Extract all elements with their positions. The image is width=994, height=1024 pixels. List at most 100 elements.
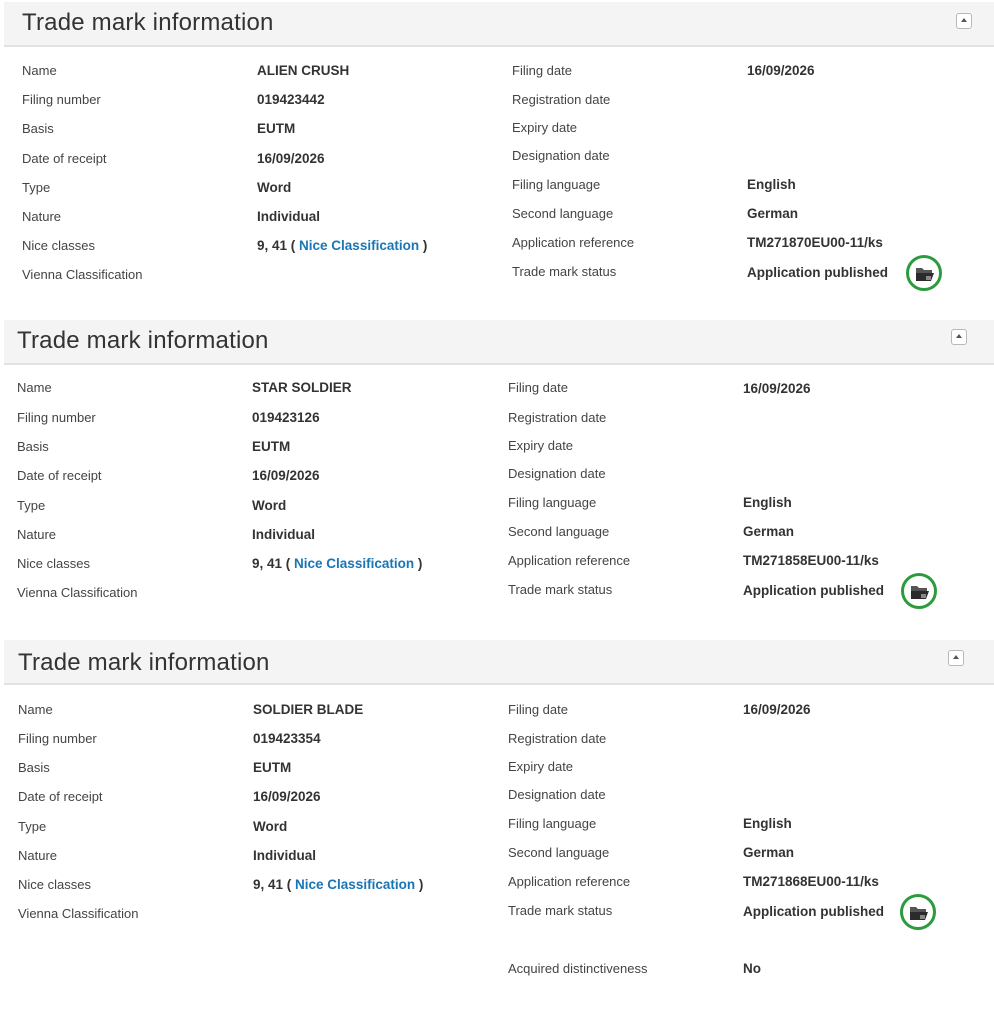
value-name: ALIEN CRUSH bbox=[257, 63, 350, 78]
value-filing-date: 16/09/2026 bbox=[743, 381, 811, 396]
label-trade-mark-status: Trade mark status bbox=[508, 903, 613, 918]
value-filing-language: English bbox=[743, 816, 792, 831]
label-nice-classes: Nice classes bbox=[18, 877, 91, 892]
chevron-up-icon bbox=[953, 655, 959, 659]
open-folder-icon[interactable] bbox=[901, 573, 937, 609]
label-designation-date: Designation date bbox=[508, 787, 606, 802]
value-trade-mark-status: Application published bbox=[747, 265, 888, 280]
label-filing-language: Filing language bbox=[508, 816, 597, 831]
nice-open-paren: ( bbox=[282, 556, 295, 571]
value-name: STAR SOLDIER bbox=[252, 380, 352, 395]
label-vienna-classification: Vienna Classification bbox=[17, 585, 138, 600]
label-nice-classes: Nice classes bbox=[22, 238, 95, 253]
panel-title: Trade mark information bbox=[17, 327, 269, 354]
value-date-of-receipt: 16/09/2026 bbox=[252, 468, 320, 483]
value-application-reference: TM271870EU00-11/ks bbox=[747, 235, 883, 250]
panel-header: Trade mark information bbox=[4, 320, 994, 365]
label-expiry-date: Expiry date bbox=[508, 759, 574, 774]
label-nature: Nature bbox=[22, 209, 62, 224]
value-filing-number: 019423442 bbox=[257, 92, 325, 107]
nice-classification-link[interactable]: Nice Classification bbox=[299, 238, 419, 253]
label-name: Name bbox=[22, 63, 57, 78]
value-second-language: German bbox=[747, 206, 799, 221]
value-second-language: German bbox=[743, 845, 795, 860]
label-application-reference: Application reference bbox=[508, 874, 631, 889]
label-filing-number: Filing number bbox=[22, 92, 101, 107]
label-trade-mark-status: Trade mark status bbox=[508, 582, 613, 597]
label-filing-date: Filing date bbox=[512, 63, 572, 78]
value-filing-number: 019423354 bbox=[253, 731, 321, 746]
trademark-panel-2: Trade mark information Name Filing numbe… bbox=[4, 320, 994, 630]
value-type: Word bbox=[257, 180, 292, 195]
label-filing-date: Filing date bbox=[508, 380, 568, 395]
trademark-panel-1: Trade mark information Name Filing numbe… bbox=[4, 2, 994, 312]
label-registration-date: Registration date bbox=[508, 731, 607, 746]
value-acquired-distinctiveness: No bbox=[743, 961, 761, 976]
label-vienna-classification: Vienna Classification bbox=[22, 267, 143, 282]
label-expiry-date: Expiry date bbox=[508, 438, 574, 453]
label-registration-date: Registration date bbox=[508, 410, 607, 425]
value-nice-classes: 9, 41 ( Nice Classification ) bbox=[257, 236, 427, 256]
label-filing-number: Filing number bbox=[17, 410, 96, 425]
panel-title: Trade mark information bbox=[22, 9, 274, 36]
label-basis: Basis bbox=[17, 439, 49, 454]
label-registration-date: Registration date bbox=[512, 92, 611, 107]
label-vienna-classification: Vienna Classification bbox=[18, 906, 139, 921]
label-application-reference: Application reference bbox=[512, 235, 635, 250]
value-application-reference: TM271858EU00-11/ks bbox=[743, 553, 879, 568]
label-second-language: Second language bbox=[512, 206, 614, 221]
value-nature: Individual bbox=[252, 527, 316, 542]
label-expiry-date: Expiry date bbox=[512, 120, 578, 135]
label-type: Type bbox=[22, 180, 51, 195]
nice-classification-link[interactable]: Nice Classification bbox=[294, 556, 414, 571]
nice-close-paren: ) bbox=[415, 877, 424, 892]
collapse-button[interactable] bbox=[951, 329, 967, 345]
label-basis: Basis bbox=[22, 121, 54, 136]
nice-classes-numbers: 9, 41 bbox=[257, 238, 288, 253]
panel-title: Trade mark information bbox=[18, 649, 270, 676]
label-filing-language: Filing language bbox=[512, 177, 601, 192]
nice-classes-numbers: 9, 41 bbox=[253, 877, 284, 892]
label-designation-date: Designation date bbox=[512, 148, 610, 163]
value-nature: Individual bbox=[257, 209, 321, 224]
value-basis: EUTM bbox=[257, 121, 296, 136]
value-nature: Individual bbox=[253, 848, 317, 863]
value-trade-mark-status: Application published bbox=[743, 583, 884, 598]
value-nice-classes: 9, 41 ( Nice Classification ) bbox=[253, 875, 423, 895]
chevron-up-icon bbox=[961, 18, 967, 22]
value-second-language: German bbox=[743, 524, 795, 539]
value-date-of-receipt: 16/09/2026 bbox=[253, 789, 321, 804]
label-name: Name bbox=[17, 380, 52, 395]
label-filing-language: Filing language bbox=[508, 495, 597, 510]
value-filing-language: English bbox=[747, 177, 796, 192]
nice-close-paren: ) bbox=[419, 238, 428, 253]
nice-open-paren: ( bbox=[283, 877, 296, 892]
label-designation-date: Designation date bbox=[508, 466, 606, 481]
value-filing-date: 16/09/2026 bbox=[743, 702, 811, 717]
value-filing-date: 16/09/2026 bbox=[747, 63, 815, 78]
label-nature: Nature bbox=[18, 848, 58, 863]
label-date-of-receipt: Date of receipt bbox=[17, 468, 102, 483]
nice-classification-link[interactable]: Nice Classification bbox=[295, 877, 415, 892]
open-folder-icon[interactable] bbox=[906, 255, 942, 291]
label-date-of-receipt: Date of receipt bbox=[22, 151, 107, 166]
collapse-button[interactable] bbox=[956, 13, 972, 29]
label-date-of-receipt: Date of receipt bbox=[18, 789, 103, 804]
value-application-reference: TM271868EU00-11/ks bbox=[743, 874, 879, 889]
nice-classes-numbers: 9, 41 bbox=[252, 556, 283, 571]
value-basis: EUTM bbox=[253, 760, 292, 775]
collapse-button[interactable] bbox=[948, 650, 964, 666]
label-application-reference: Application reference bbox=[508, 553, 631, 568]
label-basis: Basis bbox=[18, 760, 50, 775]
value-nice-classes: 9, 41 ( Nice Classification ) bbox=[252, 554, 422, 574]
label-filing-date: Filing date bbox=[508, 702, 568, 717]
trademark-panel-3: Trade mark information Name Filing numbe… bbox=[4, 640, 994, 1022]
label-second-language: Second language bbox=[508, 524, 610, 539]
label-nature: Nature bbox=[17, 527, 57, 542]
value-name: SOLDIER BLADE bbox=[253, 702, 364, 717]
value-trade-mark-status: Application published bbox=[743, 904, 884, 919]
panel-header: Trade mark information bbox=[4, 2, 994, 47]
label-second-language: Second language bbox=[508, 845, 610, 860]
nice-close-paren: ) bbox=[414, 556, 423, 571]
open-folder-icon[interactable] bbox=[900, 894, 936, 930]
